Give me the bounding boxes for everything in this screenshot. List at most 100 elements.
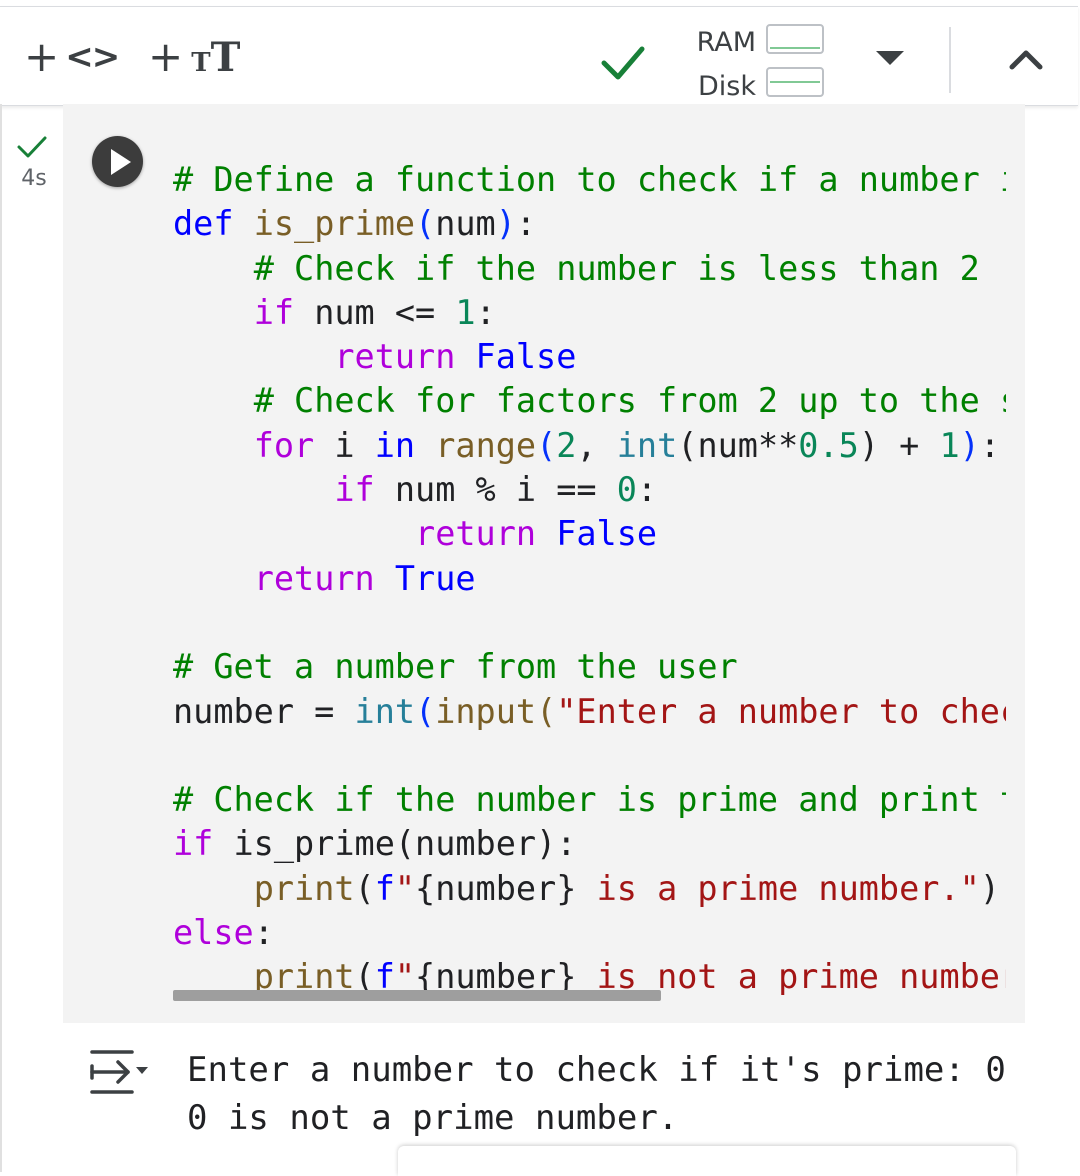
code-token: def <box>173 204 234 244</box>
code-token: return <box>334 337 456 377</box>
chevron-up-icon[interactable] <box>1006 43 1046 73</box>
code-line[interactable]: # Check if the number is prime and print… <box>173 778 1006 822</box>
code-token: ( <box>677 425 698 465</box>
code-token: in <box>374 425 416 465</box>
code-text[interactable]: # Define a function to check if a number… <box>173 158 1006 998</box>
code-token: True <box>394 558 476 598</box>
code-line[interactable]: if is_prime(number): <box>173 822 1006 866</box>
code-token: ) <box>959 425 980 465</box>
code-line[interactable]: number = int(input("Enter a number to ch… <box>173 690 1006 734</box>
add-code-cell-button[interactable]: + <> <box>24 35 120 79</box>
code-line[interactable]: def is_prime(num): <box>173 202 1006 246</box>
code-line[interactable]: # Get a number from the user <box>173 645 1006 689</box>
output-line: Enter a number to check if it's prime: 0 <box>187 1050 1006 1090</box>
code-token: i <box>314 425 375 465</box>
code-token: " <box>394 868 416 908</box>
code-token: for <box>253 425 315 465</box>
code-token: ( <box>354 868 375 908</box>
code-line[interactable]: if num % i == 0: <box>173 468 1006 512</box>
code-token: : <box>515 204 537 244</box>
text-tt-icon: TT <box>191 33 241 81</box>
code-token: ) <box>979 868 1000 908</box>
code-token: num <= <box>294 292 456 332</box>
code-token: number = <box>173 691 355 731</box>
code-token: : <box>253 913 274 953</box>
code-line[interactable]: print(f"{number} is a prime number.") <box>173 867 1006 911</box>
resource-bars[interactable] <box>766 24 824 110</box>
toolbar-divider <box>949 27 951 93</box>
code-token: if <box>334 470 375 510</box>
horizontal-scrollbar[interactable] <box>173 990 661 1001</box>
disk-label: Disk <box>698 71 756 102</box>
code-token: # Check if the number is prime and print… <box>173 780 1006 820</box>
disk-usage-bar <box>766 67 824 97</box>
code-token: 2 <box>556 425 577 465</box>
code-token: int <box>354 691 416 731</box>
code-token: num <box>435 204 496 244</box>
play-icon[interactable] <box>92 136 143 187</box>
code-token: : <box>979 425 1001 465</box>
code-line[interactable]: # Check if the number is less than 2 <box>173 247 1006 291</box>
code-token: 0.5 <box>798 425 859 465</box>
code-token: # Define a function to check if a number… <box>173 160 1006 199</box>
execution-time: 4s <box>21 166 47 191</box>
code-token: False <box>475 337 577 377</box>
code-token: False <box>556 514 658 554</box>
code-token: range <box>435 425 537 465</box>
code-token: : <box>636 470 658 510</box>
code-token: ( <box>415 204 436 244</box>
code-token: f <box>374 868 395 908</box>
cell-output: Enter a number to check if it's prime: 0… <box>187 1046 1025 1146</box>
add-text-cell-button[interactable]: + TT <box>148 32 241 81</box>
code-line[interactable]: return False <box>173 335 1006 379</box>
code-token: : <box>475 292 496 332</box>
code-token: is a prime number." <box>576 868 980 908</box>
code-editor[interactable]: # Define a function to check if a number… <box>173 158 1006 998</box>
check-icon <box>601 46 645 80</box>
code-line[interactable]: return True <box>173 557 1006 601</box>
add-text-plus: + <box>148 32 184 81</box>
code-token: "Enter a number to check if it's prime: … <box>556 691 1006 731</box>
code-token: , <box>576 425 617 465</box>
caret-down-icon[interactable] <box>876 51 904 65</box>
code-token: ) + <box>858 425 940 465</box>
code-line[interactable]: else: <box>173 911 1006 955</box>
check-icon <box>17 136 47 158</box>
resource-monitor[interactable]: RAM Disk <box>680 21 756 109</box>
code-token: if <box>173 824 214 864</box>
code-token: ( <box>536 425 557 465</box>
code-line[interactable]: # Check for factors from 2 up to the squ… <box>173 379 1006 423</box>
code-line[interactable]: ​ <box>173 734 1006 778</box>
code-token: # Check for factors from 2 up to the squ… <box>253 381 1006 421</box>
code-token: if <box>253 292 295 332</box>
code-line[interactable]: ​ <box>173 601 1006 645</box>
code-token: {number} <box>415 868 577 908</box>
code-token: is_prime <box>253 204 416 244</box>
code-token: is_prime(number): <box>213 824 577 864</box>
output-expand-icon[interactable] <box>88 1046 150 1096</box>
code-line[interactable]: if num <= 1: <box>173 291 1006 335</box>
code-token: 0 <box>616 470 637 510</box>
output-text: Enter a number to check if it's prime: 0… <box>187 1046 1025 1142</box>
notebook-toolbar: + <> + TT RAM Disk <box>0 6 1078 106</box>
code-token: else <box>173 913 254 953</box>
page-left-border <box>0 104 2 1172</box>
code-token: return <box>253 558 375 598</box>
code-line[interactable]: return False <box>173 512 1006 556</box>
code-token: print <box>253 868 355 908</box>
code-token: ( <box>536 691 557 731</box>
code-line[interactable]: for i in range(2, int(num**0.5) + 1): <box>173 424 1006 468</box>
code-line[interactable]: # Define a function to check if a number… <box>173 158 1006 202</box>
